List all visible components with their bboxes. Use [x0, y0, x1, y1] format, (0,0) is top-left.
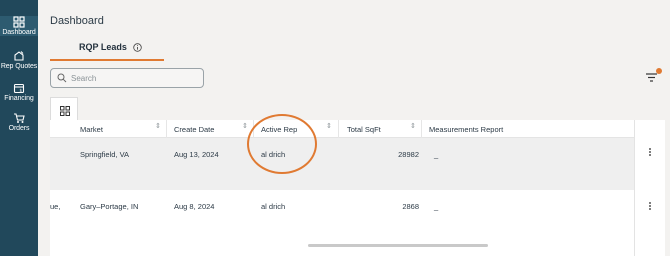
cell-market: Gary–Portage, IN [80, 202, 139, 211]
column-divider[interactable] [338, 120, 339, 138]
grid-view-icon [60, 106, 70, 116]
main-content: Dashboard RQP Leads Market ⇕ Create Date… [38, 0, 670, 256]
cell-active-rep: al drich [261, 202, 286, 211]
sidebar-item-label: Dashboard [2, 29, 36, 36]
cell-measurements-report: _ [434, 202, 439, 211]
sort-icon[interactable]: ⇕ [410, 123, 416, 130]
cell-create-date: Aug 8, 2024 [174, 202, 215, 211]
tab-label: RQP Leads [79, 42, 127, 52]
page-title: Dashboard [50, 15, 104, 27]
column-divider[interactable] [166, 120, 167, 138]
table-row[interactable]: Springfield, VA Aug 13, 2024 al drich 28… [50, 138, 634, 190]
row-menu-icon[interactable] [646, 147, 654, 161]
sidebar: Dashboard Rep Quotes $ Financing Orders [0, 0, 38, 256]
orders-icon [14, 113, 25, 123]
cell-total-sqft: 28982 [398, 150, 419, 159]
column-divider[interactable] [421, 120, 422, 138]
sidebar-item-orders[interactable]: Orders [0, 112, 38, 132]
table-row[interactable]: ue, Gary–Portage, IN Aug 8, 2024 al dric… [50, 190, 634, 242]
row-actions-column [634, 120, 665, 256]
search-box[interactable] [50, 68, 204, 88]
sort-icon[interactable]: ⇕ [326, 123, 332, 130]
cell-create-date: Aug 13, 2024 [174, 150, 219, 159]
sort-icon[interactable]: ⇕ [155, 123, 161, 130]
cell-total-sqft: 2868 [402, 202, 419, 211]
sidebar-item-label: Financing [4, 95, 34, 102]
table-header: Market ⇕ Create Date ⇕ Active Rep ⇕ Tota… [50, 120, 665, 138]
cell-market: Springfield, VA [80, 150, 130, 159]
column-divider[interactable] [253, 120, 254, 138]
active-tab-indicator [50, 59, 164, 61]
cell-active-rep: al drich [261, 150, 286, 159]
column-header-measurements-report[interactable]: Measurements Report [429, 125, 503, 134]
dashboard-icon [13, 16, 25, 28]
sidebar-item-dashboard[interactable]: Dashboard [0, 16, 38, 36]
info-icon[interactable] [133, 43, 143, 52]
sort-icon[interactable]: ⇕ [242, 123, 248, 130]
column-header-active-rep[interactable]: Active Rep [261, 125, 297, 134]
sidebar-item-financing[interactable]: $ Financing [0, 82, 38, 102]
horizontal-scrollbar[interactable] [308, 244, 488, 247]
leads-table: Market ⇕ Create Date ⇕ Active Rep ⇕ Tota… [50, 120, 665, 256]
row-menu-icon[interactable] [646, 201, 654, 215]
sidebar-item-label: Rep Quotes [0, 63, 38, 70]
column-header-total-sqft[interactable]: Total SqFt [347, 125, 381, 134]
sidebar-item-label: Orders [8, 125, 30, 132]
filter-active-badge [656, 68, 662, 74]
search-input[interactable] [71, 71, 199, 85]
cell-measurements-report: _ [434, 150, 439, 159]
grid-view-tab[interactable] [50, 97, 78, 121]
sidebar-item-rep-quotes[interactable]: Rep Quotes [0, 50, 38, 70]
financing-icon: $ [13, 83, 25, 94]
cell-address-fragment: ue, [50, 202, 61, 211]
column-header-market[interactable]: Market [80, 125, 103, 134]
column-header-create-date[interactable]: Create Date [174, 125, 214, 134]
quotes-icon [14, 51, 24, 61]
search-icon [57, 73, 67, 83]
filter-button[interactable] [645, 68, 662, 84]
